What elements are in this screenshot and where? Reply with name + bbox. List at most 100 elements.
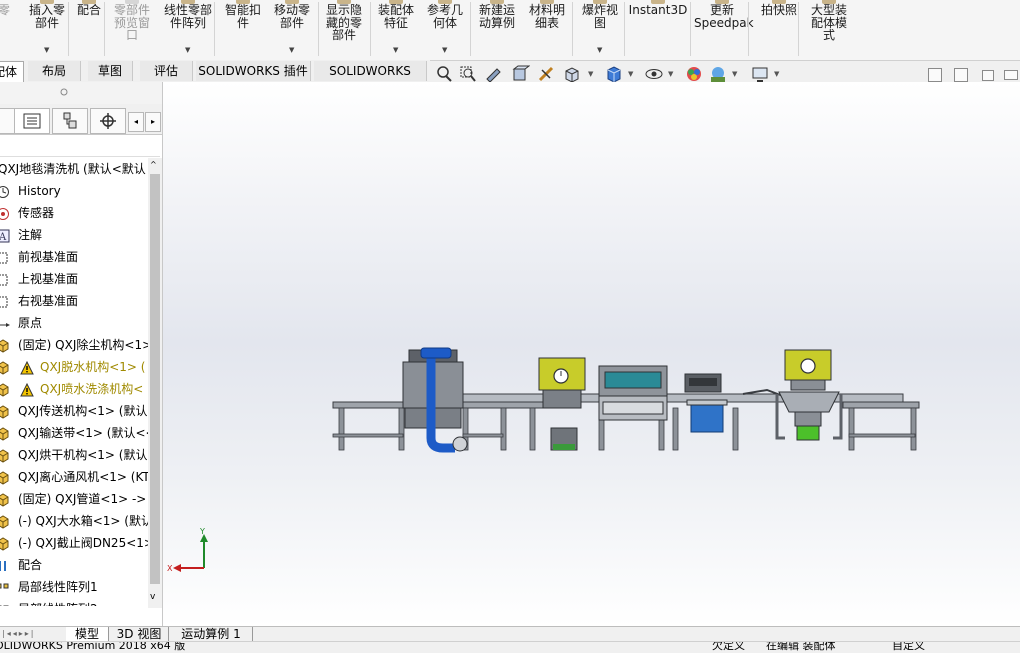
restore-window-icon[interactable]: [982, 70, 994, 81]
tab-layout[interactable]: 布局: [28, 61, 81, 81]
section-view-icon[interactable]: [510, 64, 530, 84]
pattern-icon: [0, 602, 10, 606]
tab-evaluate[interactable]: 评估: [140, 61, 193, 81]
tree-item-label: QXJ传送机构<1> (默认: [18, 404, 148, 418]
linear-pattern-button[interactable]: 线性零部 件阵列 ▼: [158, 0, 218, 58]
chevron-down-icon[interactable]: ▼: [289, 44, 294, 57]
display-style-icon[interactable]: [604, 64, 624, 84]
warning-icon: [20, 382, 34, 397]
chevron-down-icon[interactable]: ▼: [44, 44, 49, 57]
chevron-down-icon[interactable]: ▼: [774, 70, 779, 78]
handle-icon[interactable]: [60, 88, 68, 96]
ribbon-button-label: 编辑零 件: [0, 3, 10, 17]
view-orientation-icon[interactable]: [562, 64, 582, 84]
view-settings-icon[interactable]: [750, 64, 770, 84]
component-icon: [0, 360, 10, 375]
edit-component-button[interactable]: 编辑零 件: [0, 0, 16, 58]
tree-scrollbar[interactable]: ^ v: [148, 158, 162, 608]
tree-filter-field[interactable]: [0, 134, 160, 157]
previous-view-icon[interactable]: [484, 64, 504, 84]
tab-3d-view[interactable]: 3D 视图: [110, 627, 169, 641]
tabs-scroll-right-icon[interactable]: ▸: [145, 112, 161, 132]
assembly-features-icon: [389, 0, 403, 4]
graphics-area[interactable]: Y X: [163, 82, 1020, 626]
chevron-down-icon[interactable]: ▼: [442, 44, 447, 57]
take-snapshot-button[interactable]: 拍快照: [756, 0, 802, 58]
tab-solidworks-addins[interactable]: SOLIDWORKS 插件: [196, 61, 311, 81]
tree-item-label: (固定) QXJ管道<1> ->: [18, 492, 147, 506]
ribbon-button-label: 大型装 配体模 式: [810, 3, 847, 42]
ribbon-button-label: 材料明 细表: [528, 3, 565, 30]
tab-scroll-arrows-icon[interactable]: |◂◂▸▸|: [2, 629, 35, 638]
tab-propertymanager[interactable]: [14, 108, 50, 134]
zoom-to-fit-icon[interactable]: [434, 64, 454, 84]
tab-model[interactable]: 模型: [66, 627, 109, 641]
smart-fasteners-button[interactable]: 智能扣 件: [218, 0, 268, 58]
component-preview-button[interactable]: 零部件 预览窗 口: [106, 0, 158, 58]
tree-item-label: (固定) QXJ除尘机构<1>: [18, 338, 148, 352]
tree-root-label: QXJ地毯清洗机 (默认<默认: [0, 162, 146, 176]
assembly-features-button[interactable]: 装配体 特征 ▼: [372, 0, 420, 58]
tree-item-label: (-) QXJ截止阀DN25<1>: [18, 536, 148, 550]
dust-removal-unit: [402, 347, 468, 453]
crosshair-icon: [100, 113, 116, 129]
component-icon: [0, 514, 10, 529]
command-tabs: 配体布局草图评估SOLIDWORKS 插件SOLIDWORKS MBD: [0, 60, 430, 98]
chevron-down-icon[interactable]: ▼: [668, 70, 673, 78]
tab-assembly[interactable]: 配体: [0, 61, 24, 82]
instant3d-button[interactable]: Instant3D: [628, 0, 688, 58]
tree-item-label: 局部线性阵列2: [18, 598, 98, 606]
tile-left-icon[interactable]: [928, 68, 942, 82]
ribbon-button-label: 装配体 特征: [377, 3, 414, 30]
status-units[interactable]: 自定义: [892, 642, 925, 653]
chevron-down-icon[interactable]: ▼: [588, 70, 593, 78]
assembly-model[interactable]: [163, 82, 1020, 626]
update-speedpak-button[interactable]: 更新 Speedpak: [694, 0, 754, 58]
dynamic-annotation-icon[interactable]: [536, 64, 556, 84]
apply-scene-icon[interactable]: [708, 64, 728, 84]
show-hidden-button[interactable]: 显示隐 藏的零 部件: [318, 0, 370, 58]
chevron-down-icon[interactable]: ▼: [628, 70, 633, 78]
large-assembly-mode-button[interactable]: 大型装 配体模 式: [804, 0, 854, 58]
chevron-down-icon[interactable]: ▼: [732, 70, 737, 78]
chevron-down-icon[interactable]: ▼: [393, 44, 398, 57]
ribbon-separator: [104, 2, 105, 56]
reference-geometry-button[interactable]: 参考几 何体 ▼: [422, 0, 468, 58]
large-assembly-mode-icon: [822, 0, 836, 4]
hide-show-items-icon[interactable]: [644, 64, 664, 84]
tree-item-label: QXJ烘干机构<1> (默认: [18, 448, 148, 462]
exploded-view-button[interactable]: 爆炸视 图 ▼: [576, 0, 624, 58]
scroll-up-icon[interactable]: ^: [150, 160, 157, 169]
bom-button[interactable]: 材料明 细表: [522, 0, 572, 58]
move-component-button[interactable]: 移动零 部件 ▼: [268, 0, 316, 58]
insert-components-button[interactable]: 插入零 部件 ▼: [22, 0, 72, 58]
chevron-down-icon[interactable]: ▼: [185, 44, 190, 57]
tree-item-label: 右视基准面: [18, 294, 79, 308]
mate-button[interactable]: 配合: [70, 0, 108, 58]
component-icon: [0, 382, 10, 397]
chevron-down-icon[interactable]: ▼: [597, 44, 602, 57]
ribbon-separator: [572, 2, 573, 56]
smart-fasteners-icon: [236, 0, 250, 4]
tab-dimxpert[interactable]: [90, 108, 126, 134]
tabs-scroll-left-icon[interactable]: ◂: [128, 112, 144, 132]
edit-appearance-icon[interactable]: [684, 64, 704, 84]
ribbon-button-label: 线性零部 件阵列: [163, 3, 212, 30]
update-speedpak-icon: [715, 0, 729, 4]
scrollbar-thumb[interactable]: [150, 174, 160, 584]
tab-motion-study[interactable]: 运动算例 1: [170, 627, 253, 641]
scroll-down-icon[interactable]: v: [150, 592, 155, 602]
component-icon: [0, 404, 10, 419]
tab-sketch[interactable]: 草图: [88, 61, 133, 81]
maximize-window-icon[interactable]: [1004, 70, 1018, 80]
zoom-to-area-icon[interactable]: [458, 64, 478, 84]
coordinate-triad: Y X: [167, 527, 208, 573]
mate-icon: [82, 0, 96, 4]
tab-solidworks-mbd[interactable]: SOLIDWORKS MBD: [314, 61, 427, 98]
component-icon: [0, 426, 10, 441]
tree-item-label: 原点: [18, 316, 43, 330]
new-motion-study-button[interactable]: 新建运 动算例: [472, 0, 522, 58]
tab-configurationmanager[interactable]: [52, 108, 88, 134]
configuration-icon: [63, 112, 77, 129]
tile-right-icon[interactable]: [954, 68, 968, 82]
